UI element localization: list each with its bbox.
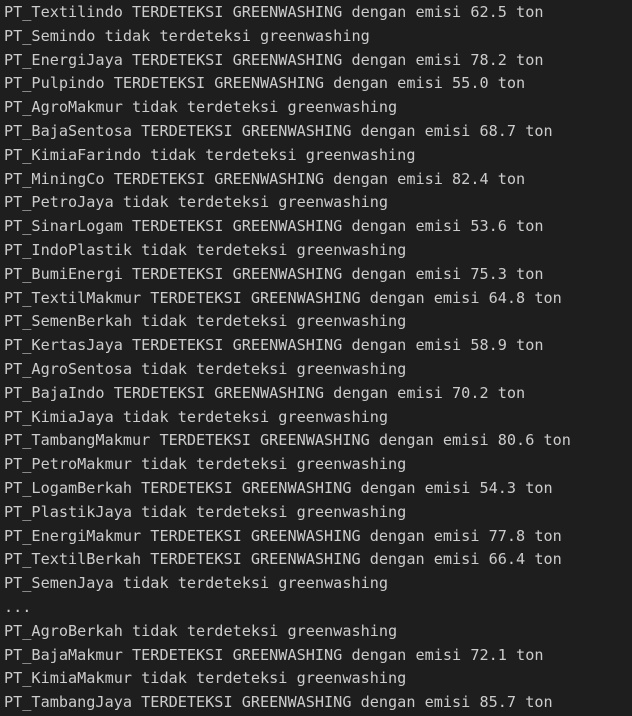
- output-line: PT_EnergiMakmur TERDETEKSI GREENWASHING …: [4, 526, 562, 545]
- output-line: PT_BajaMakmur TERDETEKSI GREENWASHING de…: [4, 645, 544, 664]
- output-line: PT_KimiaFarindo tidak terdeteksi greenwa…: [4, 145, 416, 164]
- output-ellipsis: ...: [4, 597, 32, 616]
- output-line: PT_LogamBerkah TERDETEKSI GREENWASHING d…: [4, 478, 553, 497]
- output-line: PT_AgroMakmur tidak terdeteksi greenwash…: [4, 98, 398, 117]
- output-line: PT_TextilMakmur TERDETEKSI GREENWASHING …: [4, 288, 562, 307]
- output-line: PT_MiningCo TERDETEKSI GREENWASHING deng…: [4, 169, 526, 188]
- output-line: PT_TambangMakmur TERDETEKSI GREENWASHING…: [4, 431, 571, 450]
- output-line: PT_PetroJaya tidak terdeteksi greenwashi…: [4, 193, 389, 212]
- output-line: PT_BajaSentosa TERDETEKSI GREENWASHING d…: [4, 121, 553, 140]
- output-line: PT_TambangJaya TERDETEKSI GREENWASHING d…: [4, 693, 553, 712]
- output-line: PT_SemenJaya tidak terdeteksi greenwashi…: [4, 574, 389, 593]
- output-line: PT_Pulpindo TERDETEKSI GREENWASHING deng…: [4, 74, 526, 93]
- output-line: PT_IndoPlastik tidak terdeteksi greenwas…: [4, 240, 407, 259]
- output-line: PT_EnergiJaya TERDETEKSI GREENWASHING de…: [4, 50, 544, 69]
- output-line: PT_BajaIndo TERDETEKSI GREENWASHING deng…: [4, 383, 526, 402]
- output-line: PT_Semindo tidak terdeteksi greenwashing: [4, 26, 370, 45]
- output-line: PT_PetroMakmur tidak terdeteksi greenwas…: [4, 455, 407, 474]
- output-line: PT_TextilBerkah TERDETEKSI GREENWASHING …: [4, 550, 562, 569]
- output-line: PT_AgroBerkah tidak terdeteksi greenwash…: [4, 621, 398, 640]
- output-line: PT_KimiaMakmur tidak terdeteksi greenwas…: [4, 669, 407, 688]
- output-line: PT_SinarLogam TERDETEKSI GREENWASHING de…: [4, 217, 544, 236]
- output-line: PT_BumiEnergi TERDETEKSI GREENWASHING de…: [4, 264, 544, 283]
- output-line: PT_SemenBerkah tidak terdeteksi greenwas…: [4, 312, 407, 331]
- output-line: PT_PlastikJaya tidak terdeteksi greenwas…: [4, 502, 407, 521]
- output-line: PT_Textilindo TERDETEKSI GREENWASHING de…: [4, 3, 544, 21]
- output-line: PT_KertasJaya TERDETEKSI GREENWASHING de…: [4, 336, 544, 355]
- output-line: PT_KimiaJaya tidak terdeteksi greenwashi…: [4, 407, 389, 426]
- terminal-output: PT_Textilindo TERDETEKSI GREENWASHING de…: [0, 0, 632, 716]
- output-line: PT_AgroSentosa tidak terdeteksi greenwas…: [4, 359, 407, 378]
